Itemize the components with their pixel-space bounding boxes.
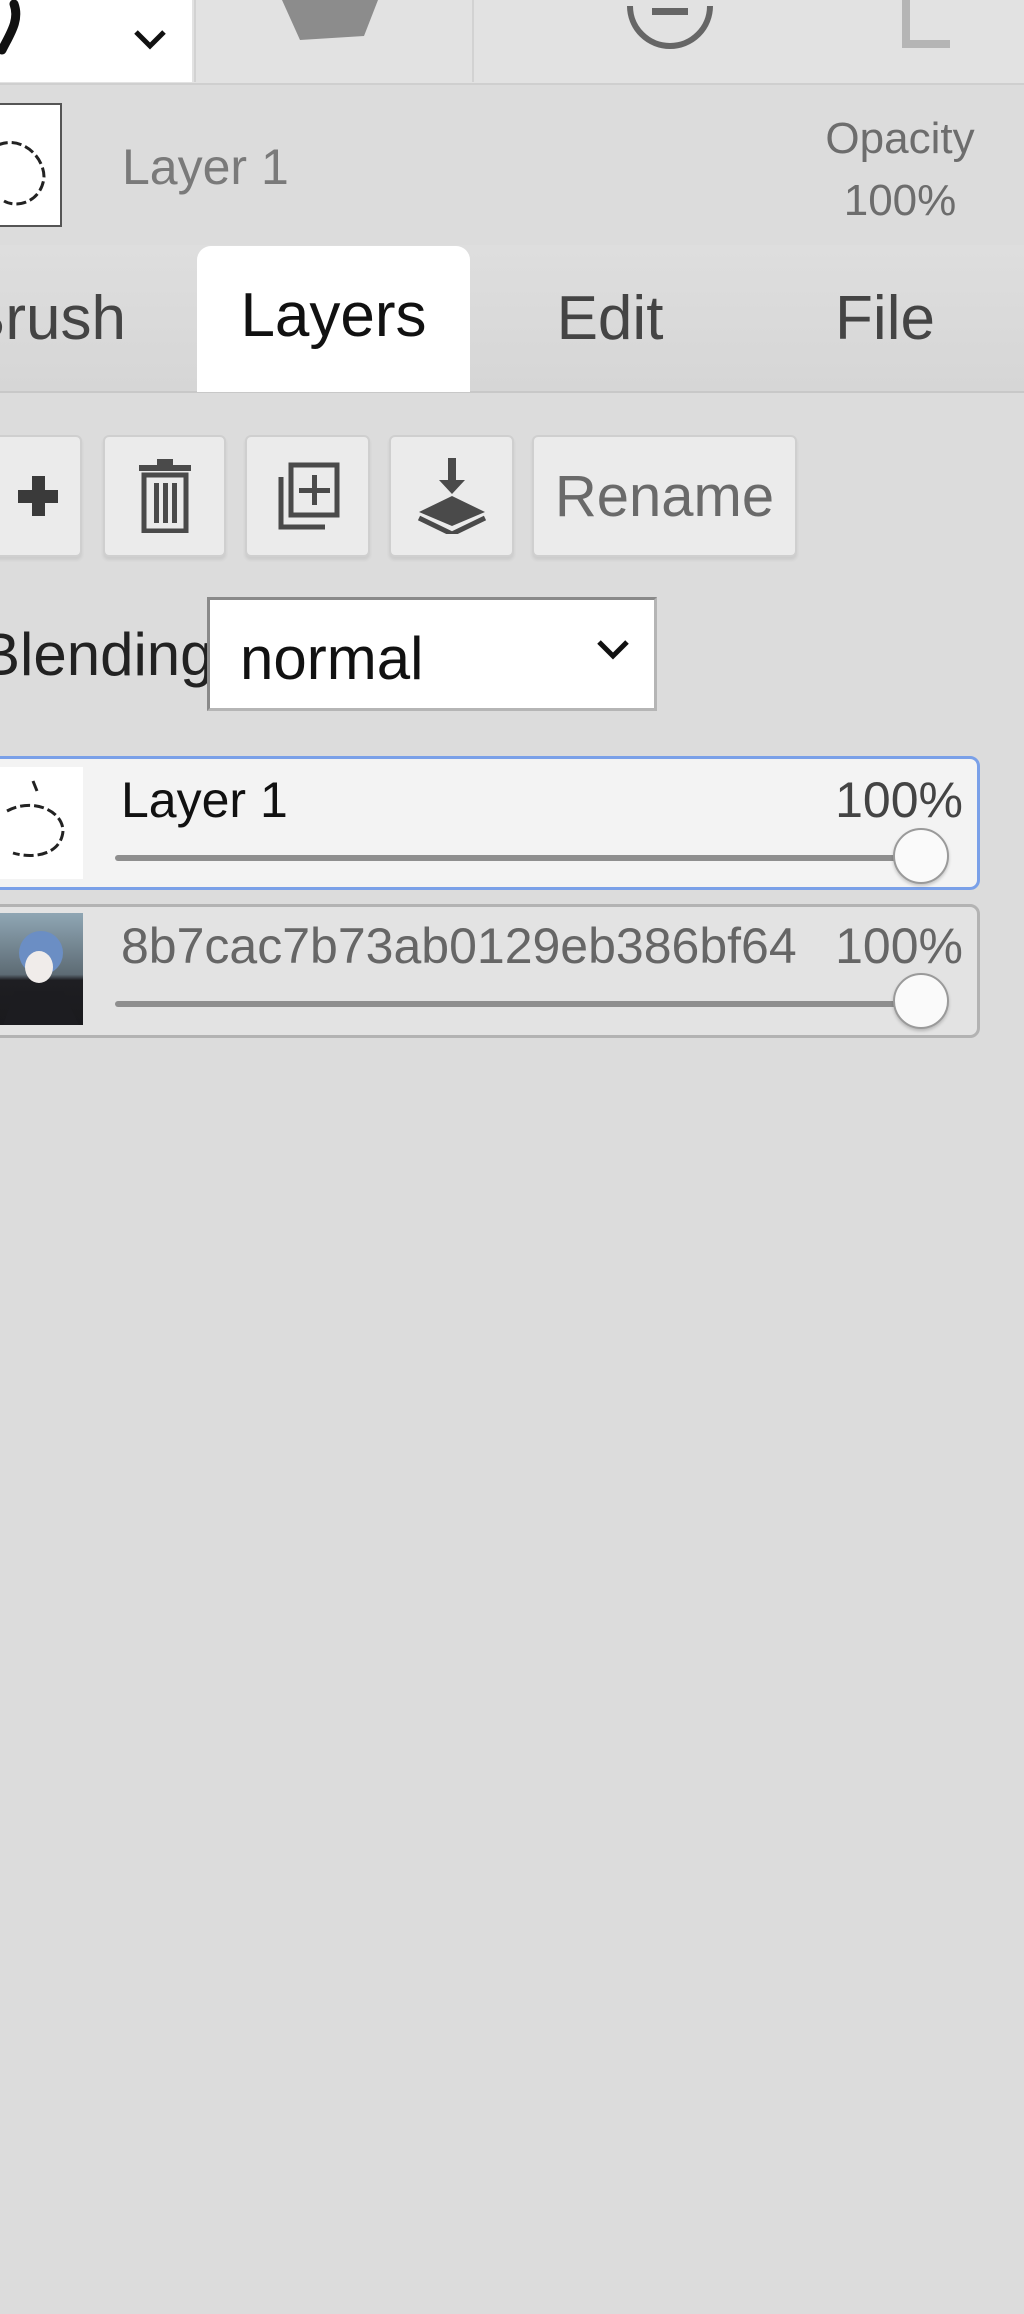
rename-layer-button[interactable]: Rename — [532, 435, 797, 557]
opacity-label: Opacity — [825, 114, 975, 163]
current-layer-opacity: Opacity 100% — [800, 108, 1000, 232]
hand-tool-icon[interactable] — [280, 0, 380, 42]
tab-layers[interactable]: Layers — [197, 246, 470, 392]
layer-row[interactable]: 8b7cac7b73ab0129eb386bf64 100% — [0, 904, 980, 1038]
current-layer-thumbnail[interactable] — [0, 103, 62, 227]
layer-opacity: 100% — [835, 772, 963, 828]
duplicate-layer-button[interactable] — [245, 435, 370, 557]
blending-value: normal — [240, 625, 424, 692]
layer-sketch-icon — [0, 141, 46, 206]
trash-icon — [138, 459, 191, 533]
layer-thumbnail — [0, 767, 83, 879]
merge-down-icon — [417, 458, 486, 534]
opacity-slider-handle[interactable] — [893, 973, 949, 1029]
blending-label: Blending — [0, 620, 214, 689]
photo-thumbnail-icon — [3, 931, 79, 1025]
opacity-slider-handle[interactable] — [893, 828, 949, 884]
layer-row[interactable]: Layer 1 100% — [0, 756, 980, 890]
duplicate-icon — [278, 462, 339, 530]
toolbar-divider — [472, 0, 474, 82]
chevron-down-icon — [597, 640, 629, 660]
brush-type-select[interactable] — [0, 0, 192, 82]
layer-name[interactable]: 8b7cac7b73ab0129eb386bf64 — [121, 917, 797, 975]
opacity-slider-track[interactable] — [115, 1001, 923, 1007]
current-layer-name: Layer 1 — [122, 139, 289, 195]
export-icon[interactable] — [900, 0, 960, 52]
layer-name[interactable]: Layer 1 — [121, 771, 288, 829]
tab-brush[interactable]: Brush — [0, 248, 150, 390]
chevron-down-icon — [134, 30, 166, 50]
blending-label-text: Blending — [0, 621, 214, 688]
layer-sketch-icon — [6, 780, 65, 857]
tab-file[interactable]: File — [770, 248, 1000, 390]
layer-opacity: 100% — [835, 918, 963, 974]
add-layer-button[interactable] — [0, 435, 82, 557]
brush-preview-icon — [0, 0, 21, 55]
toolbar-divider — [194, 0, 196, 82]
opacity-value: 100% — [843, 176, 957, 225]
opacity-slider-track[interactable] — [115, 855, 923, 861]
tab-edit[interactable]: Edit — [490, 248, 730, 390]
merge-down-button[interactable] — [389, 435, 514, 557]
layer-thumbnail — [0, 913, 83, 1025]
zoom-out-icon[interactable] — [620, 0, 720, 50]
plus-icon — [18, 476, 58, 516]
delete-layer-button[interactable] — [103, 435, 226, 557]
